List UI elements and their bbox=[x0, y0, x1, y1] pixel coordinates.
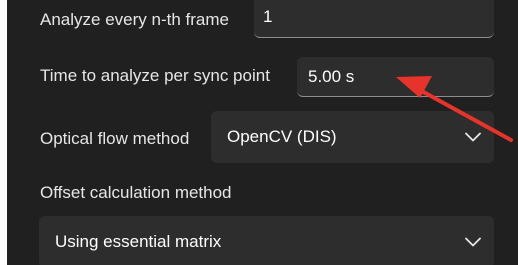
settings-panel: Analyze every n-th frame 1 Time to analy… bbox=[7, 0, 518, 265]
chevron-down-icon bbox=[465, 237, 481, 247]
nth-frame-label: Analyze every n-th frame bbox=[40, 10, 229, 29]
offset-calc-dropdown[interactable]: Using essential matrix bbox=[39, 216, 494, 265]
nth-frame-input[interactable]: 1 bbox=[254, 0, 494, 38]
time-per-sync-label: Time to analyze per sync point bbox=[40, 66, 270, 85]
nth-frame-value: 1 bbox=[263, 6, 273, 26]
time-per-sync-value: 5.00 s bbox=[308, 66, 355, 86]
time-per-sync-input[interactable]: 5.00 s bbox=[297, 57, 494, 97]
chevron-down-icon bbox=[465, 132, 481, 142]
offset-calc-selected: Using essential matrix bbox=[55, 232, 222, 251]
offset-calc-label: Offset calculation method bbox=[40, 183, 232, 202]
optical-flow-selected: OpenCV (DIS) bbox=[227, 127, 337, 146]
optical-flow-dropdown[interactable]: OpenCV (DIS) bbox=[211, 111, 494, 163]
optical-flow-label: Optical flow method bbox=[40, 129, 190, 148]
